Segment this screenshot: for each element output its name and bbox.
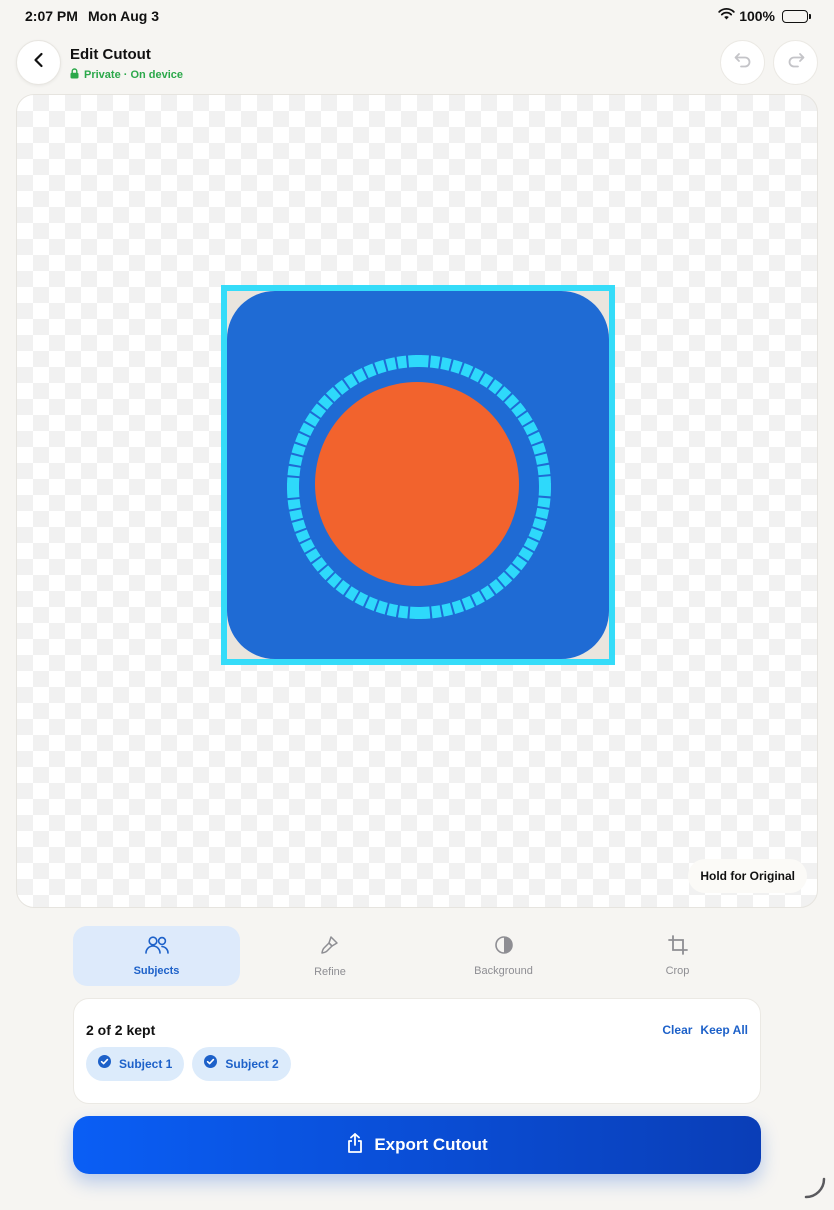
brush-icon [319,934,341,961]
resize-corner-icon [802,1175,828,1206]
privacy-status: Private · On device [70,66,183,84]
status-time: 2:07 PM [25,8,78,24]
people-icon [144,935,170,960]
subject-chip-label: Subject 2 [225,1057,279,1071]
subject-chip-1[interactable]: Subject 1 [86,1047,185,1081]
check-circle-icon [204,1055,218,1073]
keep-all-button[interactable]: Keep All [700,1023,748,1037]
share-icon [346,1132,364,1158]
lock-icon [70,66,79,84]
undo-icon [733,51,753,74]
tab-subjects[interactable]: Subjects [73,926,240,986]
tab-refine-label: Refine [314,966,346,978]
subject-chip-2[interactable]: Subject 2 [192,1047,291,1081]
export-cutout-button[interactable]: Export Cutout [73,1116,761,1174]
wifi-icon [718,7,735,25]
half-circle-icon [494,935,514,960]
subjects-kept-count: 2 of 2 kept [86,1022,156,1038]
clear-button[interactable]: Clear [662,1023,692,1037]
check-circle-icon [98,1055,111,1073]
status-date: Mon Aug 3 [88,8,160,24]
page-title: Edit Cutout [70,46,151,63]
back-button[interactable] [16,40,61,85]
tab-background-label: Background [474,965,533,977]
undo-button[interactable] [720,40,765,85]
privacy-status-text: Private · On device [84,69,184,81]
tab-background[interactable]: Background [420,926,587,986]
tab-subjects-label: Subjects [133,965,180,977]
subjects-panel: 2 of 2 kept Clear Keep All Subject 1 Sub… [73,998,761,1104]
status-bar: 2:07 PM Mon Aug 3 100% [0,0,834,32]
tab-crop[interactable]: Crop [594,926,761,986]
subject-selection[interactable] [221,285,615,665]
chevron-left-icon [32,52,46,73]
cutout-image [227,291,609,659]
subject-chip-label: Subject 1 [119,1057,173,1071]
subject-chips: Subject 1 Subject 2 [86,1047,291,1081]
export-cutout-label: Export Cutout [374,1135,488,1154]
tab-refine[interactable]: Refine [247,926,413,986]
status-indicators: 100% [718,7,811,25]
battery-icon [782,9,811,23]
tab-crop-label: Crop [665,965,690,977]
orange-circle [315,382,519,586]
battery-percentage: 100% [739,8,775,24]
cutout-canvas[interactable]: Hold for Original [16,94,818,908]
subjects-actions: Clear Keep All [662,1023,748,1037]
redo-button[interactable] [773,40,818,85]
hold-for-original-button[interactable]: Hold for Original [688,859,807,893]
redo-icon [786,51,806,74]
crop-icon [667,935,688,960]
